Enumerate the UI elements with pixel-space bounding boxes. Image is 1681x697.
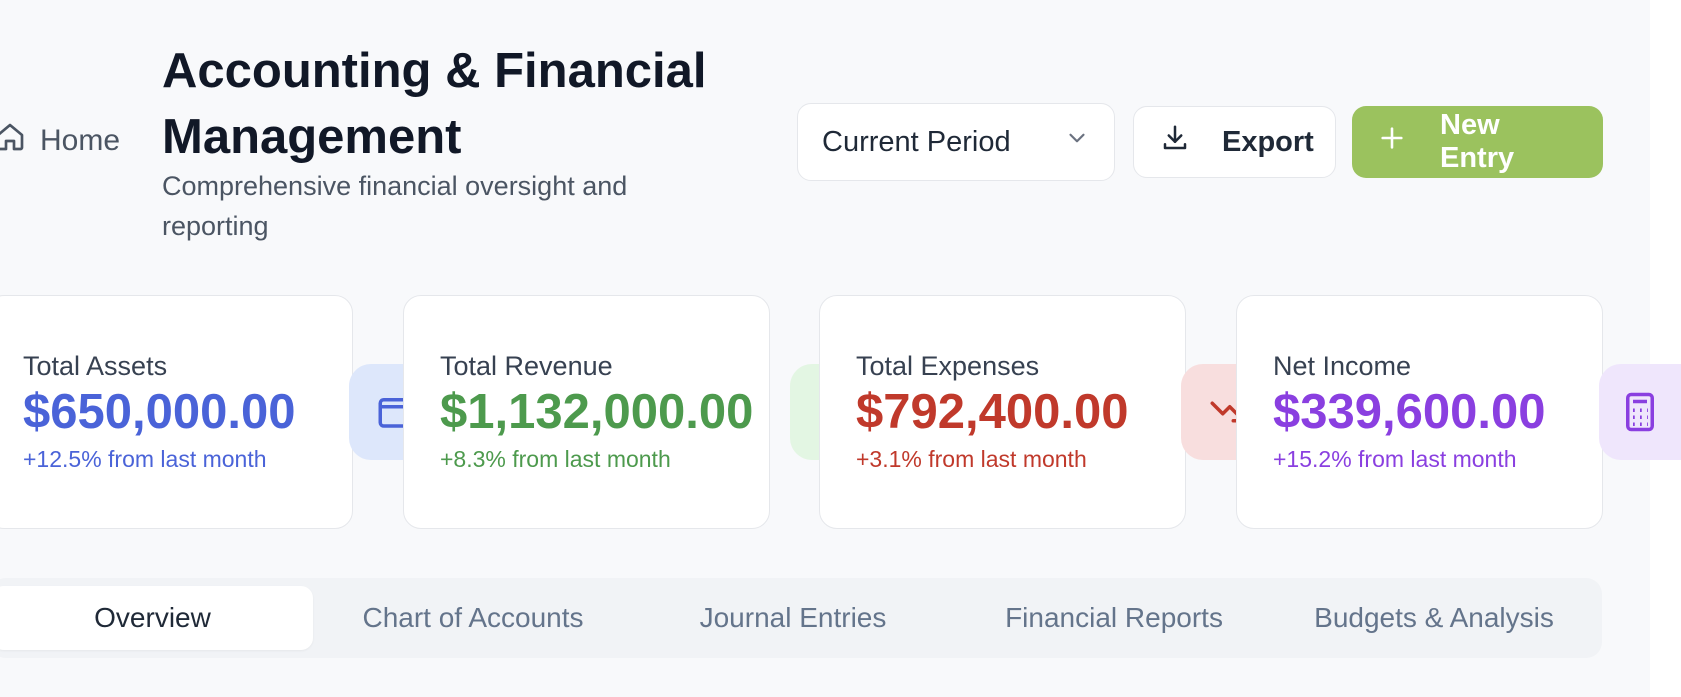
chevron-down-icon [1064,125,1090,159]
period-select-label: Current Period [822,125,1011,158]
home-icon [0,121,26,161]
tab-journal-entries[interactable]: Journal Entries [643,586,943,650]
stat-change: +15.2% from last month [1273,446,1517,472]
stat-card-total-assets: Total Assets $650,000.00 +12.5% from las… [0,295,353,529]
stat-change: +8.3% from last month [440,446,671,472]
new-entry-label: New Entry [1440,109,1515,174]
stat-value: $1,132,000.00 [440,385,754,439]
stat-label: Net Income [1273,351,1412,381]
stat-card-net-income: Net Income $339,600.00 +15.2% from last … [1236,295,1603,529]
stat-card-total-expenses: Total Expenses $792,400.00 +3.1% from la… [819,295,1186,529]
download-icon [1160,123,1190,161]
stat-change: +12.5% from last month [23,446,267,472]
stat-label: Total Assets [23,351,168,381]
stat-value: $792,400.00 [856,385,1129,439]
stat-card-total-revenue: Total Revenue $1,132,000.00 +8.3% from l… [403,295,770,529]
tab-budgets-analysis[interactable]: Budgets & Analysis [1284,586,1584,650]
page-edge [1650,0,1681,697]
home-breadcrumb[interactable]: Home [0,120,120,162]
stat-value: $339,600.00 [1273,385,1546,439]
export-label: Export [1222,125,1314,158]
new-entry-button[interactable]: New Entry [1352,106,1603,178]
tab-overview[interactable]: Overview [0,586,313,650]
period-select[interactable]: Current Period [797,103,1115,181]
tab-financial-reports[interactable]: Financial Reports [964,586,1264,650]
page-subtitle: Comprehensive financial oversight and re… [162,171,628,241]
export-button[interactable]: Export [1133,106,1336,178]
plus-icon [1378,124,1406,160]
stat-change: +3.1% from last month [856,446,1087,472]
home-label: Home [40,124,121,157]
stat-label: Total Expenses [856,351,1040,381]
page-title: Accounting & Financial Management [162,44,707,164]
stat-label: Total Revenue [440,351,613,381]
tab-chart-of-accounts[interactable]: Chart of Accounts [323,586,623,650]
calculator-icon [1599,364,1681,460]
stat-value: $650,000.00 [23,385,296,439]
